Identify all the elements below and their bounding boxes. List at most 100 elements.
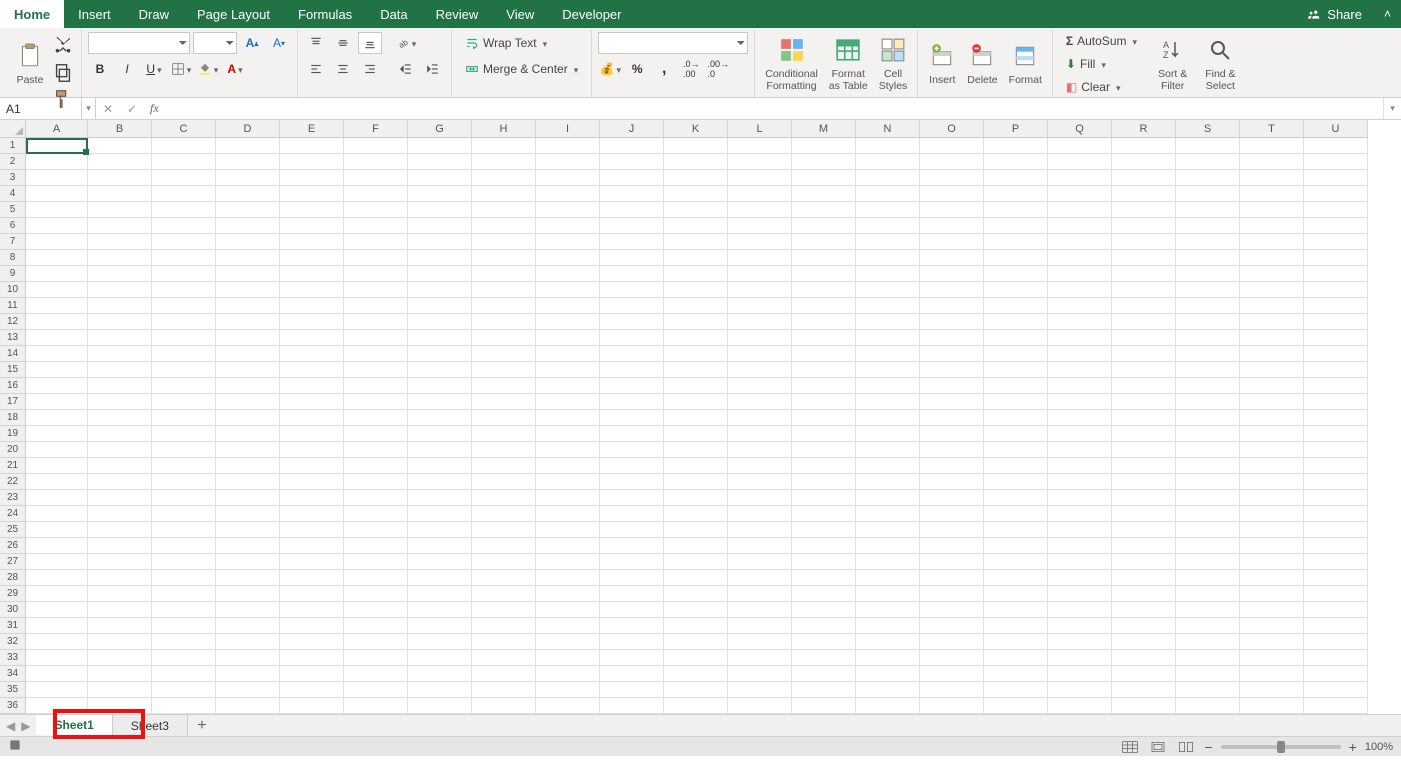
column-header[interactable]: B bbox=[88, 120, 152, 138]
row-header[interactable]: 28 bbox=[0, 570, 26, 586]
cell[interactable] bbox=[664, 474, 728, 490]
column-header[interactable]: C bbox=[152, 120, 216, 138]
cell[interactable] bbox=[1048, 394, 1112, 410]
cell[interactable] bbox=[984, 266, 1048, 282]
cell[interactable] bbox=[408, 618, 472, 634]
cell[interactable] bbox=[1048, 202, 1112, 218]
increase-indent-button[interactable] bbox=[421, 58, 445, 80]
align-right-button[interactable] bbox=[358, 58, 382, 80]
cell[interactable] bbox=[856, 634, 920, 650]
borders-button[interactable] bbox=[169, 58, 193, 80]
cell[interactable] bbox=[280, 378, 344, 394]
cell-styles-button[interactable]: Cell Styles bbox=[875, 34, 912, 92]
cell[interactable] bbox=[664, 314, 728, 330]
cell[interactable] bbox=[152, 522, 216, 538]
cell[interactable] bbox=[920, 554, 984, 570]
cell[interactable] bbox=[472, 138, 536, 154]
cell[interactable] bbox=[792, 282, 856, 298]
cell[interactable] bbox=[1240, 186, 1304, 202]
cell[interactable] bbox=[856, 586, 920, 602]
cell[interactable] bbox=[472, 522, 536, 538]
spreadsheet-grid[interactable]: ABCDEFGHIJKLMNOPQRSTU 123456789101112131… bbox=[0, 120, 1401, 714]
cell[interactable] bbox=[26, 506, 88, 522]
cell[interactable] bbox=[1240, 618, 1304, 634]
cell[interactable] bbox=[408, 394, 472, 410]
cell[interactable] bbox=[344, 666, 408, 682]
cell[interactable] bbox=[216, 250, 280, 266]
cell[interactable] bbox=[1048, 378, 1112, 394]
cell[interactable] bbox=[664, 298, 728, 314]
name-box[interactable]: A1 bbox=[0, 98, 82, 119]
row-header[interactable]: 29 bbox=[0, 586, 26, 602]
cell[interactable] bbox=[792, 538, 856, 554]
cell[interactable] bbox=[408, 650, 472, 666]
cell[interactable] bbox=[600, 618, 664, 634]
cell[interactable] bbox=[664, 682, 728, 698]
cell[interactable] bbox=[152, 218, 216, 234]
cell[interactable] bbox=[1176, 202, 1240, 218]
cell[interactable] bbox=[1112, 394, 1176, 410]
cell[interactable] bbox=[1112, 698, 1176, 714]
cell[interactable] bbox=[728, 282, 792, 298]
cell[interactable] bbox=[26, 490, 88, 506]
column-header[interactable]: E bbox=[280, 120, 344, 138]
cell[interactable] bbox=[984, 602, 1048, 618]
row-header[interactable]: 11 bbox=[0, 298, 26, 314]
conditional-formatting-button[interactable]: Conditional Formatting bbox=[761, 34, 822, 92]
cell[interactable] bbox=[1176, 474, 1240, 490]
cell[interactable] bbox=[152, 330, 216, 346]
cell[interactable] bbox=[728, 426, 792, 442]
increase-font-button[interactable]: A▴ bbox=[240, 32, 264, 54]
cell[interactable] bbox=[1048, 554, 1112, 570]
cell[interactable] bbox=[984, 282, 1048, 298]
cell[interactable] bbox=[472, 698, 536, 714]
cell[interactable] bbox=[1112, 234, 1176, 250]
cell[interactable] bbox=[344, 618, 408, 634]
cell[interactable] bbox=[26, 586, 88, 602]
page-break-view-button[interactable] bbox=[1176, 739, 1196, 755]
cell[interactable] bbox=[600, 314, 664, 330]
cell[interactable] bbox=[216, 458, 280, 474]
cell[interactable] bbox=[536, 698, 600, 714]
cell[interactable] bbox=[856, 506, 920, 522]
cell[interactable] bbox=[1304, 298, 1368, 314]
align-left-button[interactable] bbox=[304, 58, 328, 80]
cell[interactable] bbox=[280, 234, 344, 250]
cell[interactable] bbox=[1176, 410, 1240, 426]
cell[interactable] bbox=[344, 154, 408, 170]
cell[interactable] bbox=[984, 234, 1048, 250]
cell[interactable] bbox=[408, 154, 472, 170]
cell[interactable] bbox=[1176, 186, 1240, 202]
cell[interactable] bbox=[280, 650, 344, 666]
cell[interactable] bbox=[88, 170, 152, 186]
cell[interactable] bbox=[152, 138, 216, 154]
row-header[interactable]: 7 bbox=[0, 234, 26, 250]
cell[interactable] bbox=[280, 186, 344, 202]
cell[interactable] bbox=[1304, 506, 1368, 522]
cell[interactable] bbox=[472, 218, 536, 234]
cell[interactable] bbox=[1176, 298, 1240, 314]
cell[interactable] bbox=[344, 346, 408, 362]
cell[interactable] bbox=[280, 666, 344, 682]
cell[interactable] bbox=[920, 474, 984, 490]
zoom-out-button[interactable]: − bbox=[1204, 739, 1212, 755]
cell[interactable] bbox=[472, 330, 536, 346]
cell[interactable] bbox=[920, 282, 984, 298]
normal-view-button[interactable] bbox=[1120, 739, 1140, 755]
cell[interactable] bbox=[728, 474, 792, 490]
cell[interactable] bbox=[1176, 602, 1240, 618]
cell[interactable] bbox=[600, 570, 664, 586]
cell[interactable] bbox=[344, 266, 408, 282]
cell[interactable] bbox=[1240, 474, 1304, 490]
cell[interactable] bbox=[536, 458, 600, 474]
column-header[interactable]: I bbox=[536, 120, 600, 138]
cell[interactable] bbox=[1304, 458, 1368, 474]
cell[interactable] bbox=[664, 426, 728, 442]
cell[interactable] bbox=[216, 570, 280, 586]
row-header[interactable]: 18 bbox=[0, 410, 26, 426]
cell[interactable] bbox=[536, 538, 600, 554]
cell[interactable] bbox=[408, 666, 472, 682]
cell[interactable] bbox=[344, 234, 408, 250]
row-header[interactable]: 14 bbox=[0, 346, 26, 362]
cell[interactable] bbox=[88, 234, 152, 250]
